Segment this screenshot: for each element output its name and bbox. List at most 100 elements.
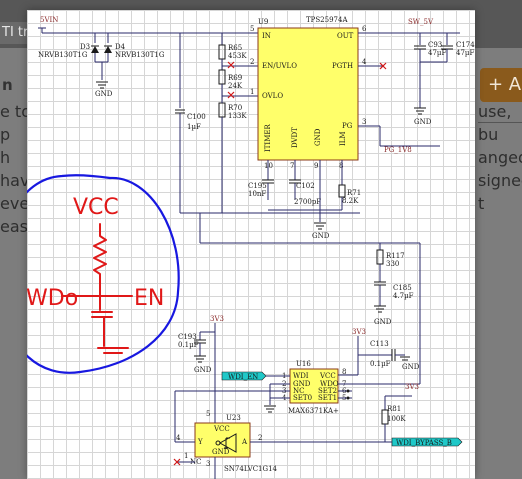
svg-text:GND: GND	[312, 232, 330, 240]
ic-u23: U23 SN74LVC1G14 VCC GND Y A NC 5 3 2 4 1	[173, 390, 385, 479]
capacitor-c113: 3V3 GND C113 0.1µF	[352, 328, 420, 375]
background-line: use, bu	[478, 102, 512, 144]
output-rail: SW_5V GND C93 47µF C174 47µF	[358, 18, 475, 126]
svg-text:6: 6	[362, 25, 367, 33]
svg-text:C102: C102	[296, 182, 315, 190]
svg-text:3V3: 3V3	[210, 315, 224, 323]
svg-text:GND: GND	[314, 128, 322, 146]
svg-text:C100: C100	[187, 113, 206, 121]
svg-text:WDI_BYPASS_B: WDI_BYPASS_B	[396, 439, 452, 447]
svg-text:330: 330	[386, 260, 399, 268]
svg-text:TPS25974A: TPS25974A	[306, 16, 348, 24]
svg-text:8.2K: 8.2K	[342, 197, 359, 205]
svg-text:PGTH: PGTH	[332, 62, 353, 70]
ic-u9: U9 TPS25974A IN OUT EN/UVLO PGTH OVLO PG…	[250, 16, 440, 170]
diode-d4: D4 NRVB130T1G	[95, 33, 165, 80]
svg-text:GND: GND	[414, 118, 432, 126]
svg-text:GND: GND	[374, 318, 392, 326]
annotation-wdo: WDo	[27, 286, 78, 311]
svg-text:C113: C113	[370, 340, 389, 348]
diode-d4-part: NRVB130T1G	[115, 51, 165, 59]
svg-text:ITIMER: ITIMER	[264, 124, 272, 152]
annotation-vcc: VCC	[73, 195, 119, 220]
svg-text:GND: GND	[95, 90, 113, 98]
svg-text:1µF: 1µF	[187, 123, 201, 131]
annotation-en: EN	[134, 286, 164, 311]
svg-text:U16: U16	[296, 360, 311, 368]
svg-text:SET0: SET0	[293, 394, 312, 402]
svg-text:R70: R70	[228, 104, 242, 112]
svg-text:VCC: VCC	[213, 425, 230, 433]
svg-text:C174: C174	[456, 41, 475, 49]
svg-text:133K: 133K	[228, 112, 247, 120]
svg-text:3: 3	[362, 118, 366, 126]
svg-text:C193: C193	[178, 333, 197, 341]
svg-text:3V3: 3V3	[405, 383, 419, 391]
svg-text:GND: GND	[194, 366, 212, 374]
resistor-r81: 3V3 R81 100K	[381, 383, 419, 442]
background-divider	[478, 122, 522, 123]
svg-text:ILM: ILM	[339, 131, 347, 146]
background-text-right: use, bu anged signed t	[478, 100, 522, 215]
svg-text:Y: Y	[197, 438, 203, 446]
svg-text:R65: R65	[228, 44, 242, 52]
gnd-symbol: GND	[95, 81, 113, 98]
diode-d3-part: NRVB130T1G	[38, 51, 88, 59]
svg-text:C185: C185	[393, 284, 412, 292]
svg-text:4: 4	[362, 58, 367, 66]
svg-text:1: 1	[250, 88, 254, 96]
diode-d4-ref: D4	[115, 43, 126, 51]
svg-text:0.1µF: 0.1µF	[370, 360, 391, 368]
svg-text:4: 4	[176, 434, 181, 442]
svg-text:0.1µF: 0.1µF	[178, 341, 199, 349]
svg-text:7: 7	[290, 162, 294, 170]
svg-text:WDI_EN: WDI_EN	[228, 373, 258, 381]
power-rail-5vin: 5VIN	[38, 16, 258, 34]
capacitor-c100: C100 1µF	[175, 33, 206, 213]
svg-text:OVLO: OVLO	[262, 92, 283, 100]
svg-text:C195: C195	[248, 182, 267, 190]
svg-text:SET1: SET1	[318, 394, 337, 402]
svg-text:R81: R81	[387, 405, 401, 413]
schematic-diagram: 5VIN D3 NRVB130T1G D4 NRVB130T1G GND C10…	[27, 16, 475, 479]
svg-text:OUT: OUT	[337, 32, 354, 40]
svg-text:5: 5	[250, 25, 254, 33]
svg-text:DVDT: DVDT	[291, 127, 299, 148]
svg-text:GND: GND	[402, 363, 420, 371]
svg-text:R71: R71	[347, 189, 361, 197]
svg-text:SW_5V: SW_5V	[408, 18, 434, 26]
svg-text:2: 2	[250, 58, 254, 66]
svg-text:PG: PG	[342, 122, 353, 130]
svg-text:2700pF: 2700pF	[294, 198, 321, 206]
svg-text:SN74LVC1G14: SN74LVC1G14	[224, 465, 278, 473]
svg-text:3: 3	[206, 460, 210, 468]
svg-text:MAX6371KA+: MAX6371KA+	[288, 407, 339, 415]
net-label-5vin: 5VIN	[40, 16, 58, 24]
handwritten-annotation: VCC WDo EN	[27, 174, 180, 374]
svg-text:IN: IN	[262, 32, 271, 40]
svg-text:U23: U23	[226, 414, 241, 422]
svg-text:C93: C93	[428, 41, 442, 49]
svg-text:A: A	[241, 438, 248, 446]
svg-text:WDI: WDI	[293, 372, 309, 380]
svg-text:47µF: 47µF	[428, 49, 446, 57]
add-button[interactable]: + A	[480, 68, 522, 102]
svg-text:4.7µF: 4.7µF	[393, 292, 414, 300]
background-line: signed t	[478, 171, 522, 213]
u9-bottom-components: C195 10nF C102 2700pF R71 8.2K GND	[248, 160, 361, 240]
net-flag-wdi-en: WDI_EN	[221, 371, 267, 381]
background-line: anged	[478, 148, 522, 167]
svg-text:24K: 24K	[228, 82, 243, 90]
svg-text:EN/UVLO: EN/UVLO	[262, 62, 297, 70]
ic-u16: U16 MAX6371KA+ WDI VCC GND WDO NC SET2 S…	[262, 242, 421, 415]
svg-text:R117: R117	[386, 252, 405, 260]
svg-text:5: 5	[206, 410, 210, 418]
svg-text:2: 2	[258, 434, 262, 442]
svg-text:8: 8	[339, 162, 343, 170]
svg-text:453K: 453K	[228, 52, 247, 60]
svg-text:U9: U9	[258, 18, 268, 26]
svg-text:100K: 100K	[387, 415, 406, 423]
svg-text:47µF: 47µF	[456, 49, 474, 57]
schematic-image-viewer[interactable]: 5VIN D3 NRVB130T1G D4 NRVB130T1G GND C10…	[27, 10, 475, 479]
svg-text:VCC: VCC	[319, 372, 336, 380]
